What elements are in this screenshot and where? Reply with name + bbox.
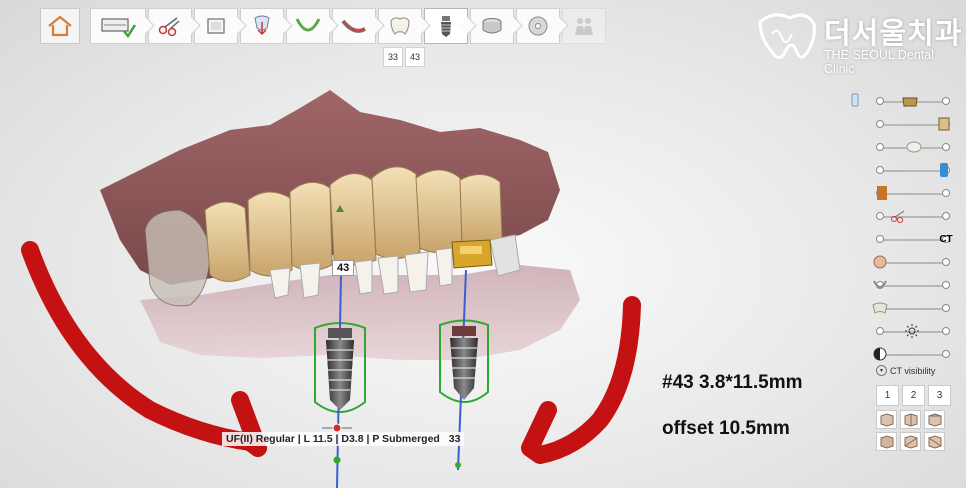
slider-brightness[interactable] <box>846 320 964 343</box>
3d-viewport[interactable]: 43 UF(II) Regular | L 11.5 | D3.8 | P Su… <box>0 70 966 488</box>
slider-abutment[interactable] <box>846 113 964 136</box>
tooth-align-icon <box>254 15 270 36</box>
annotation-implant-size: #43 3.8*11.5mm <box>662 372 803 393</box>
scissors-icon[interactable] <box>888 207 908 225</box>
arch-icon <box>295 18 321 32</box>
step-crop[interactable] <box>194 8 247 44</box>
step-implant[interactable] <box>424 8 477 44</box>
step-sleeve[interactable] <box>470 8 523 44</box>
gold-abutment <box>451 239 493 269</box>
slider-ct[interactable]: CT <box>846 228 964 251</box>
slider-tooth[interactable] <box>846 136 964 159</box>
scan-check-icon <box>101 18 137 39</box>
implant-label-33: 33 <box>448 433 461 445</box>
slider-cylinder[interactable] <box>846 182 964 205</box>
abutment-icon[interactable] <box>934 115 954 133</box>
view-front-icon[interactable] <box>876 410 897 429</box>
jaw-icon[interactable] <box>870 276 890 294</box>
view-left-icon[interactable] <box>900 410 921 429</box>
slider-jaw[interactable] <box>846 274 964 297</box>
step-align[interactable] <box>240 8 293 44</box>
tooth-tab-33[interactable]: 33 <box>383 47 403 67</box>
implant-43 <box>326 328 354 410</box>
layout-number-buttons: 1 2 3 <box>876 385 951 406</box>
implant-icon <box>441 16 451 37</box>
ct-icon[interactable]: CT <box>936 230 956 248</box>
view-top-icon[interactable] <box>900 432 921 451</box>
slider-crown[interactable] <box>846 90 964 113</box>
slider-contrast[interactable] <box>846 343 964 366</box>
home-button[interactable] <box>40 8 80 44</box>
brightness-icon[interactable] <box>902 322 922 340</box>
tooth-icon <box>390 17 410 35</box>
layout-button-3[interactable]: 3 <box>928 385 951 406</box>
implant-spec-text: UF(II) Regular | L 11.5 | D3.8 | P Subme… <box>226 433 440 445</box>
step-report[interactable] <box>562 8 606 44</box>
slider-sleeve[interactable] <box>846 159 964 182</box>
step-trim[interactable] <box>148 8 201 44</box>
face-icon[interactable] <box>870 253 890 271</box>
workflow-steps <box>90 8 608 44</box>
annotation-offset: offset 10.5mm <box>662 418 790 439</box>
scissors-icon <box>158 17 180 37</box>
step-export[interactable] <box>516 8 569 44</box>
people-icon <box>575 18 593 35</box>
view-right-icon[interactable] <box>924 410 945 429</box>
tooth-label-43: 43 <box>332 260 355 276</box>
cylinder-bronze-icon[interactable] <box>872 184 892 202</box>
tooth-white-icon[interactable] <box>904 138 924 156</box>
step-arch[interactable] <box>286 8 339 44</box>
slider-scissors[interactable] <box>846 205 964 228</box>
implant-manipulator[interactable] <box>322 423 461 468</box>
slider-molar[interactable] <box>846 297 964 320</box>
sleeve-blue-icon[interactable] <box>934 161 954 179</box>
disc-icon <box>528 16 548 36</box>
nerve-icon <box>341 19 366 33</box>
view-back-icon[interactable] <box>876 432 897 451</box>
layout-button-1[interactable]: 1 <box>876 385 899 406</box>
contrast-icon[interactable] <box>870 345 890 363</box>
tooth-tabs: 33 43 <box>383 47 427 67</box>
ct-visibility-toggle[interactable]: ▾ CT visibility <box>876 365 935 376</box>
slider-face[interactable] <box>846 251 964 274</box>
step-nerve[interactable] <box>332 8 385 44</box>
molar-icon[interactable] <box>870 299 890 317</box>
view-bottom-icon[interactable] <box>924 432 945 451</box>
home-icon <box>48 15 72 37</box>
tooth-tab-43[interactable]: 43 <box>405 47 425 67</box>
sleeve-icon <box>482 18 502 34</box>
clinic-name-korean: 더서울치과 <box>824 18 963 50</box>
view-cube-buttons <box>876 410 948 451</box>
chevron-down-icon: ▾ <box>876 365 887 376</box>
crop-icon <box>207 18 225 34</box>
step-tooth[interactable] <box>378 8 431 44</box>
dental-model-scene <box>21 90 641 488</box>
implant-info-label: UF(II) Regular | L 11.5 | D3.8 | P Subme… <box>222 432 465 446</box>
step-scan[interactable] <box>90 8 155 44</box>
crown-gold-icon[interactable] <box>900 92 920 110</box>
visibility-panel: CT <box>846 90 964 366</box>
layout-button-2[interactable]: 2 <box>902 385 925 406</box>
ct-visibility-label: CT visibility <box>890 365 936 376</box>
